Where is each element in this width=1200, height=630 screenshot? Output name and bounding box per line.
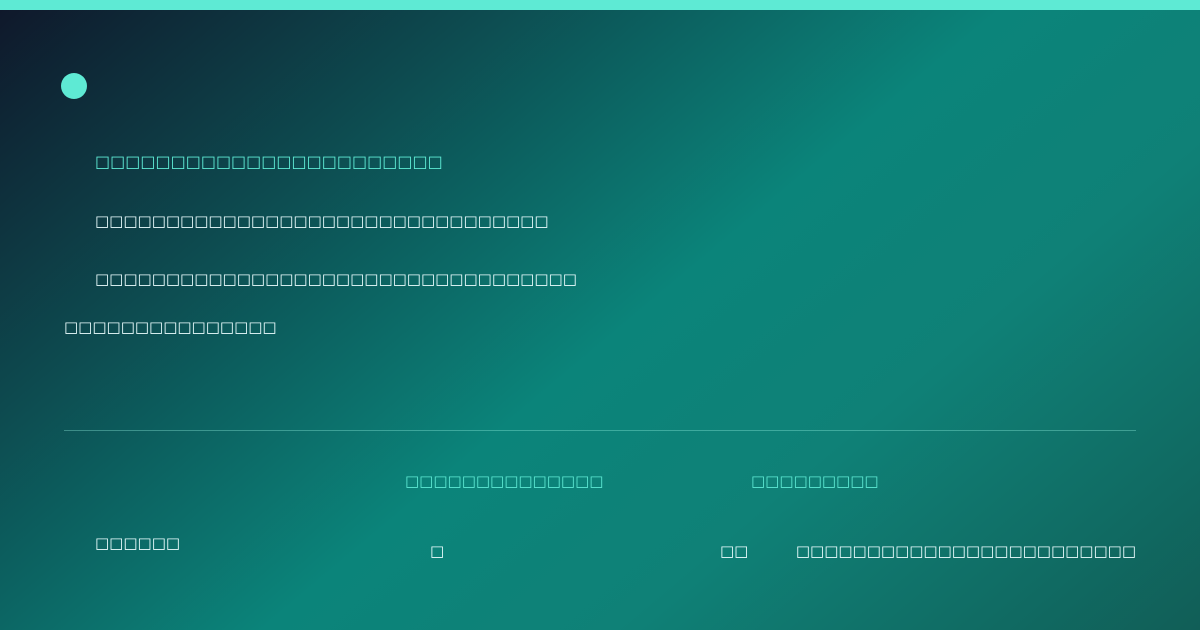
header-line-4: □□□□□□□□□□□□□□□ xyxy=(64,318,277,336)
footer-row-value-2: □□ xyxy=(720,542,749,560)
top-accent-bar xyxy=(0,0,1200,10)
footer-row-label: □□□□□□ xyxy=(95,534,181,552)
header-line-2: □□□□□□□□□□□□□□□□□□□□□□□□□□□□□□□□ xyxy=(95,212,549,230)
footer-column-header-1: □□□□□□□□□□□□□□ xyxy=(405,472,604,490)
brand-dot-icon xyxy=(61,73,87,99)
header-line-1: □□□□□□□□□□□□□□□□□□□□□□□ xyxy=(95,152,443,171)
footer-column-header-2: □□□□□□□□□ xyxy=(751,472,879,490)
header-line-3: □□□□□□□□□□□□□□□□□□□□□□□□□□□□□□□□□□ xyxy=(95,270,577,288)
footer-row-value-3: □□□□□□□□□□□□□□□□□□□□□□□□ xyxy=(795,542,1136,560)
section-divider xyxy=(64,430,1136,431)
footer-row-value-1: □ xyxy=(430,542,445,560)
